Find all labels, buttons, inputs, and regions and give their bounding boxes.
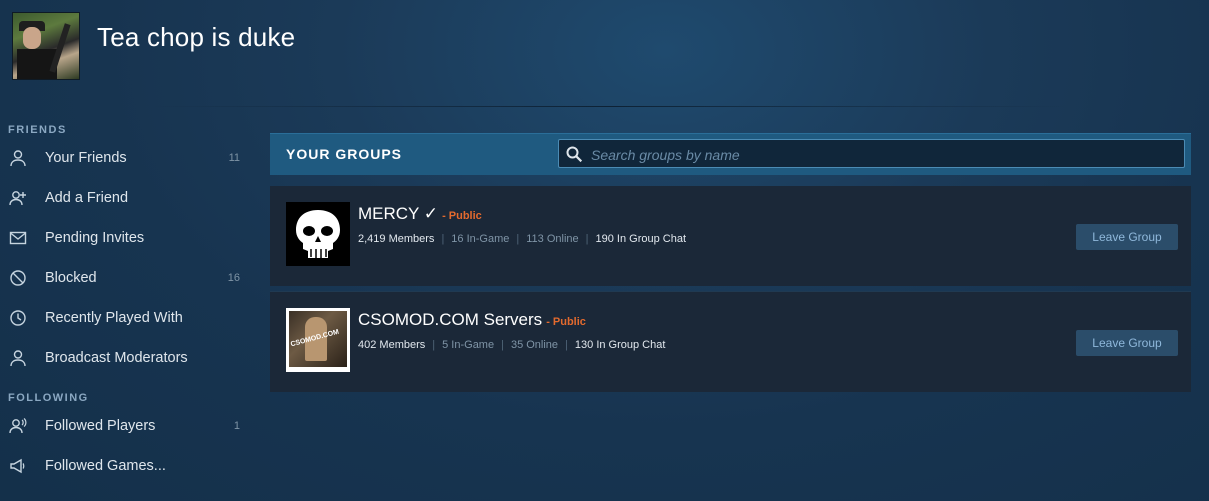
group-in-chat: 190 In Group Chat <box>595 233 687 245</box>
friends-section-title: FRIENDS <box>8 124 67 136</box>
group-avatar-image: CSOMOD.COM <box>289 311 347 367</box>
stat-separator: | <box>501 339 504 351</box>
stat-separator: | <box>441 233 445 245</box>
group-name-text[interactable]: MERCY ✓ <box>358 204 438 223</box>
group-in-game: 5 In-Game <box>442 339 495 351</box>
sidebar-item-label: Followed Games... <box>45 458 166 474</box>
followed-players-count: 1 <box>233 420 240 432</box>
groups-panel: YOUR GROUPS MERCY ✓ - Public 2,419 Member… <box>270 133 1191 392</box>
avatar-face <box>23 27 41 49</box>
profile-username[interactable]: Tea chop is duke <box>97 22 295 53</box>
group-search-box[interactable] <box>558 139 1185 169</box>
groups-title: YOUR GROUPS <box>286 146 403 162</box>
followed-players-icon <box>9 418 27 434</box>
group-members: 402 Members <box>358 339 426 351</box>
sidebar-item-label: Add a Friend <box>45 190 129 206</box>
groups-header: YOUR GROUPS <box>270 133 1191 175</box>
stat-separator: | <box>565 339 568 351</box>
group-in-chat: 130 In Group Chat <box>574 339 666 351</box>
profile-avatar[interactable] <box>12 12 80 80</box>
sidebar-item-label: Recently Played With <box>45 310 183 326</box>
sidebar-item-label: Your Friends <box>45 150 127 166</box>
sidebar-item-blocked[interactable]: Blocked 16 <box>0 258 260 298</box>
person-icon <box>10 150 26 167</box>
group-stats: 2,419 Members | 16 In-Game | 113 Online | 190 … <box>358 233 686 245</box>
clock-icon <box>10 310 26 326</box>
leave-group-button[interactable]: Leave Group <box>1076 330 1178 356</box>
sidebar-item-pending-invites[interactable]: Pending Invites <box>0 218 260 258</box>
envelope-icon <box>9 231 27 245</box>
sidebar-item-label: Broadcast Moderators <box>45 350 188 366</box>
search-icon <box>566 146 583 163</box>
group-members: 2,419 Members <box>358 233 435 245</box>
group-avatar-mercy[interactable] <box>286 202 350 266</box>
following-section-title: FOLLOWING <box>8 392 89 404</box>
sidebar-item-label: Blocked <box>45 270 97 286</box>
profile-header: Tea chop is duke <box>0 0 1209 108</box>
megaphone-icon <box>10 458 25 474</box>
add-person-icon <box>9 191 26 206</box>
stat-separator: | <box>432 339 436 351</box>
leave-group-button[interactable]: Leave Group <box>1076 224 1178 250</box>
group-name[interactable]: CSOMOD.COM Servers - Public <box>358 310 586 330</box>
group-visibility: - Public <box>546 316 586 328</box>
sidebar-item-add-friend[interactable]: Add a Friend <box>0 178 260 218</box>
group-name-text[interactable]: CSOMOD.COM Servers <box>358 310 542 329</box>
stat-separator: | <box>585 233 589 245</box>
stat-separator: | <box>516 233 520 245</box>
group-card[interactable]: CSOMOD.COM CSOMOD.COM Servers - Public 40… <box>270 291 1191 392</box>
sidebar-item-broadcast-moderators[interactable]: Broadcast Moderators <box>0 338 260 378</box>
group-visibility: - Public <box>442 210 482 222</box>
group-stats: 402 Members | 5 In-Game | 35 Online | 130 In G… <box>358 339 665 351</box>
header-divider <box>150 106 1070 107</box>
sidebar-item-recently-played[interactable]: Recently Played With <box>0 298 260 338</box>
skull-icon <box>286 202 350 266</box>
sidebar-item-label: Followed Players <box>45 418 156 434</box>
sidebar-item-your-friends[interactable]: Your Friends 11 <box>0 138 260 178</box>
group-name[interactable]: MERCY ✓ - Public <box>358 204 482 224</box>
sidebar-item-followed-games[interactable]: Followed Games... <box>0 446 260 486</box>
friends-count: 11 <box>228 152 240 164</box>
sidebar-item-followed-players[interactable]: Followed Players 1 <box>0 406 260 446</box>
group-card[interactable]: MERCY ✓ - Public 2,419 Members | 16 In-Game… <box>270 186 1191 286</box>
group-search-input[interactable] <box>589 140 1173 169</box>
block-icon <box>10 270 26 286</box>
sidebar: FRIENDS Your Friends 11 Add a Friend Pen… <box>0 118 260 486</box>
group-online: 35 Online <box>510 339 559 351</box>
blocked-count: 16 <box>227 272 240 284</box>
group-in-game: 16 In-Game <box>451 233 510 245</box>
group-avatar-csomod[interactable]: CSOMOD.COM <box>286 308 350 372</box>
sidebar-item-label: Pending Invites <box>45 230 145 246</box>
avatar-prop <box>49 23 71 73</box>
group-online: 113 Online <box>526 233 579 245</box>
person-icon <box>10 350 26 367</box>
